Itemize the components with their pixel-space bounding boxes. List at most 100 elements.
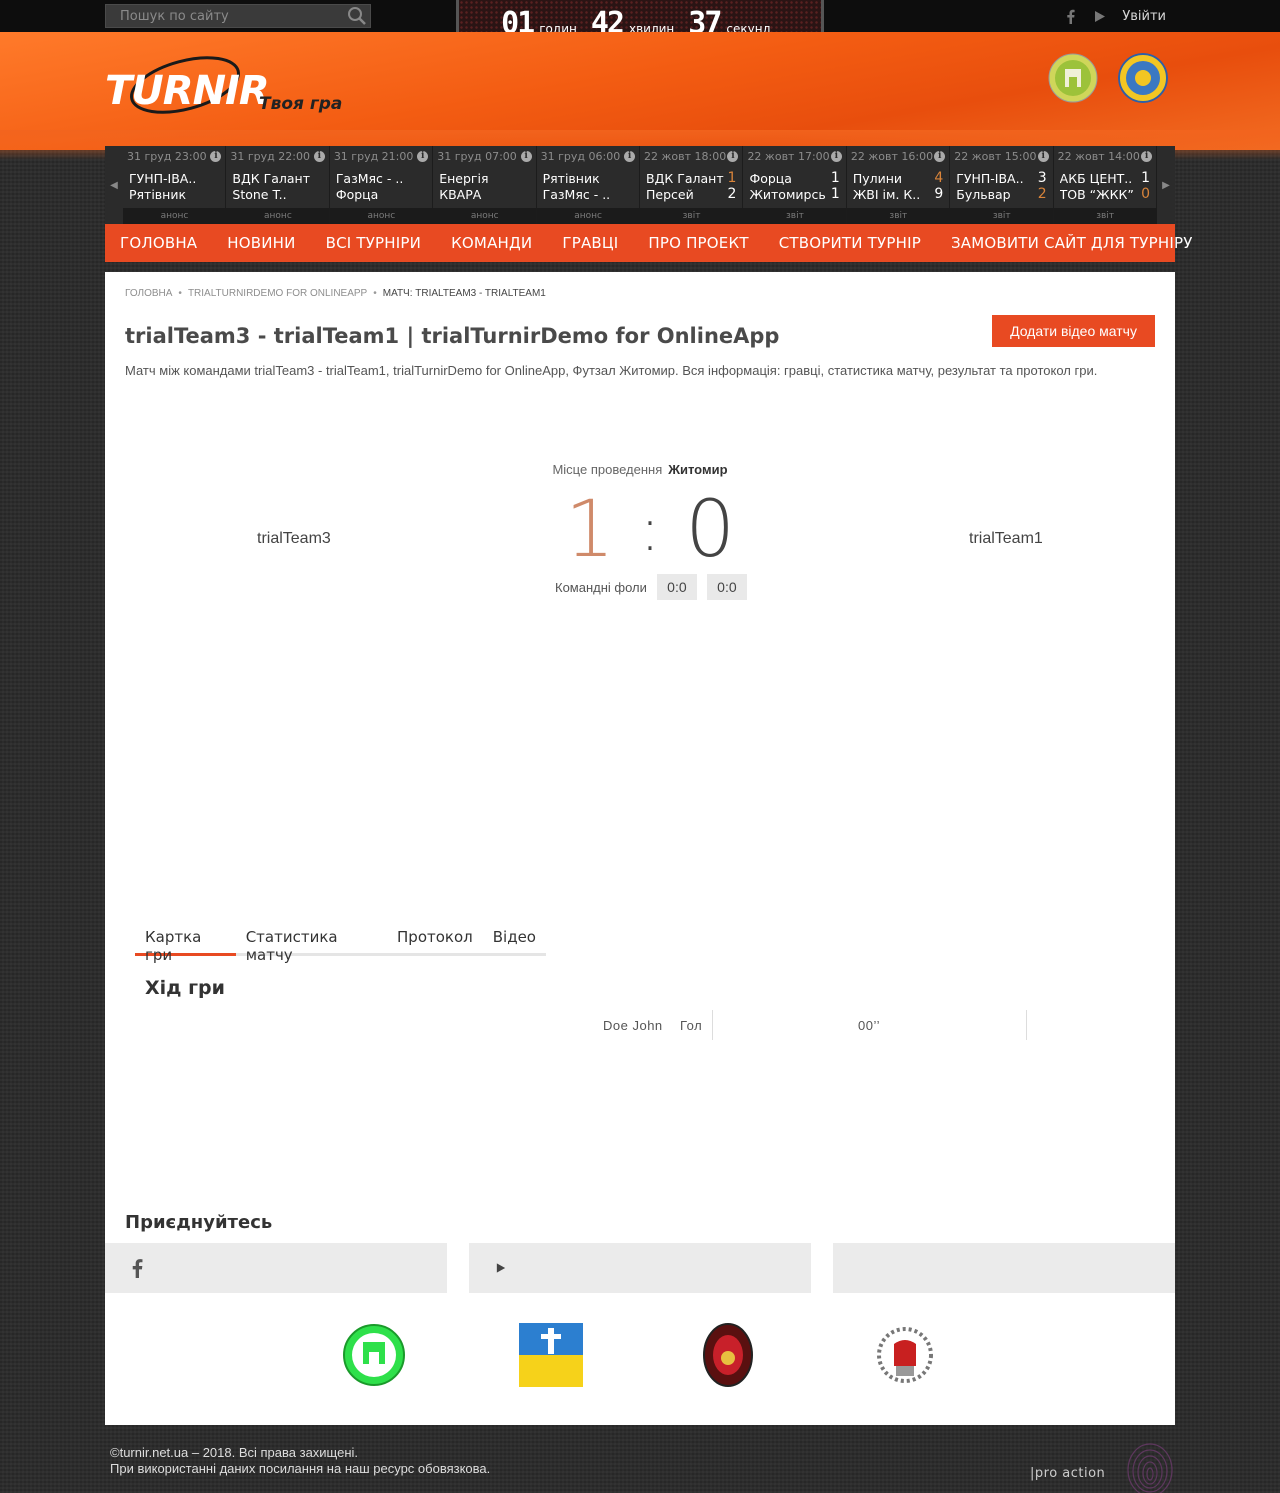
strip-next-arrow-icon[interactable]: ▶	[1157, 146, 1175, 224]
event-player[interactable]: Doe John	[603, 1018, 663, 1033]
strip-prev-arrow-icon[interactable]: ◀	[105, 146, 123, 224]
nav-item[interactable]: Гравці	[547, 234, 633, 252]
tab-item[interactable]: Статистика матчу	[236, 922, 387, 964]
strip-match-card[interactable]: 22 жовт 16:00 i Пулини ЖВІ ім. К.. 4 9 звіт	[846, 146, 951, 224]
facebook-icon[interactable]	[1062, 8, 1078, 24]
strip-match-status[interactable]: звіт	[950, 208, 1054, 224]
strip-match-status[interactable]: звіт	[846, 208, 950, 224]
fingerprint-icon	[1127, 1443, 1173, 1493]
site-logo[interactable]: TURNIR Твоя гра	[105, 52, 345, 122]
search-box	[105, 4, 371, 28]
info-icon[interactable]: i	[520, 151, 532, 162]
strip-match-date: 31 груд 21:00	[333, 150, 414, 163]
strip-match-card[interactable]: 22 жовт 15:00 i ГУНП-ІВА.. Бульвар 3 2 звіт	[950, 146, 1054, 224]
strip-match-status[interactable]: анонс	[433, 208, 537, 224]
tab-item[interactable]: Відео	[483, 922, 546, 956]
strip-match-status[interactable]: анонс	[123, 208, 226, 224]
partner-fist-emblem-icon[interactable]	[872, 1322, 938, 1388]
top-right-links: Увійти	[1062, 8, 1166, 24]
strip-match-team1: ГазМяс - ..	[335, 171, 404, 186]
footer-notice: При використанні даних посилання на наш …	[110, 1461, 491, 1476]
strip-match-card[interactable]: 22 жовт 18:00 i ВДК Галант Персей 1 2 звіт	[640, 146, 744, 224]
info-icon[interactable]: i	[934, 151, 946, 162]
login-link[interactable]: Увійти	[1122, 9, 1166, 24]
strip-match-team1: ВДК Галант	[232, 171, 310, 186]
logo-text: TURNIR	[105, 68, 270, 114]
home-fouls: 0:0	[656, 574, 697, 600]
page-title: trialTeam3 - trialTeam1 | trialTurnirDem…	[125, 324, 780, 348]
nav-item[interactable]: Головна	[105, 234, 212, 252]
score-separator: :	[639, 495, 661, 565]
strip-match-team2: Форца	[335, 187, 379, 202]
breadcrumb-home[interactable]: Головна	[125, 288, 172, 299]
strip-match-date: 31 груд 07:00	[437, 150, 517, 163]
youtube-icon[interactable]	[1092, 8, 1108, 24]
developer-logo[interactable]: |pro action	[1030, 1466, 1105, 1481]
strip-match-status[interactable]: звіт	[1053, 208, 1157, 224]
partner-football-club-icon[interactable]	[695, 1322, 761, 1388]
strip-match-team1: ГУНП-ІВА..	[956, 171, 1024, 186]
main-nav: Головна Новини Всі турніри Команди Гравці Про…	[105, 224, 1192, 262]
strip-match-score1: 1	[1141, 170, 1151, 186]
nav-item[interactable]: Команди	[436, 234, 547, 252]
search-icon[interactable]	[346, 6, 368, 26]
tab-item[interactable]: Картка гри	[135, 922, 236, 964]
strip-match-team2: ЖВІ ім. К..	[852, 187, 921, 202]
search-input[interactable]	[106, 5, 342, 27]
strip-match-score1: 1	[727, 170, 737, 186]
info-icon[interactable]: i	[417, 151, 429, 162]
info-icon[interactable]: i	[210, 151, 222, 162]
home-team-name[interactable]: trialTeam3	[257, 530, 331, 548]
strip-match-card[interactable]: 31 груд 22:00 i ВДК Галант Stone T.. анонс	[226, 146, 330, 224]
strip-match-card[interactable]: 31 груд 07:00 i Енергія КВАРА анонс	[433, 146, 537, 224]
tab-item[interactable]: Протокол	[387, 922, 483, 956]
strip-match-card[interactable]: 22 жовт 17:00 i Форца Житомирсь 1 1 звіт	[743, 146, 847, 224]
partner-zhytomyr-futsal-icon[interactable]	[341, 1322, 407, 1388]
nav-item[interactable]: Новини	[212, 234, 310, 252]
info-icon[interactable]: i	[313, 151, 325, 162]
strip-match-date: 31 груд 23:00	[127, 150, 207, 163]
strip-match-card[interactable]: 31 груд 23:00 i ГУНП-ІВА.. Рятівник анонс	[123, 146, 227, 224]
strip-match-status[interactable]: анонс	[226, 208, 330, 224]
strip-match-status[interactable]: звіт	[640, 208, 744, 224]
strip-match-team2: Stone T..	[232, 187, 287, 202]
strip-match-status[interactable]: анонс	[329, 208, 433, 224]
match-tabs: Картка гри Статистика матчу Протокол Відео	[135, 922, 546, 964]
strip-match-team2: КВАРА	[439, 187, 482, 202]
join-other[interactable]	[833, 1243, 1175, 1293]
add-video-button[interactable]: Додати відео матчу	[992, 315, 1155, 347]
footer-copyright: ©turnir.net.ua – 2018. Всі права захищен…	[110, 1445, 490, 1477]
futsal-association-badge-icon[interactable]	[1118, 53, 1168, 103]
nav-item[interactable]: Про проект	[633, 234, 763, 252]
nav-item[interactable]: Створити турнір	[764, 234, 936, 252]
strip-match-status[interactable]: анонс	[536, 208, 640, 224]
away-score: 0	[685, 485, 735, 575]
away-team-name[interactable]: trialTeam1	[969, 530, 1043, 548]
event-time: 00’’	[858, 1018, 881, 1033]
partner-christian-futsal-league-icon[interactable]	[518, 1322, 584, 1388]
nav-item[interactable]: Замовити сайт для турніру	[936, 234, 1208, 252]
strip-match-team1: АКБ ЦЕНТ..	[1059, 171, 1133, 186]
strip-match-date: 22 жовт 15:00	[954, 150, 1037, 163]
strip-match-card[interactable]: 31 груд 06:00 i Рятівник ГазМяс - .. анонс	[536, 146, 641, 224]
strip-match-card[interactable]: 22 жовт 14:00 i АКБ ЦЕНТ.. ТОВ “ЖКК” 1 0 звіт	[1053, 146, 1158, 224]
timeline-divider	[1026, 1010, 1027, 1040]
info-icon[interactable]: i	[727, 151, 739, 162]
info-icon[interactable]: i	[1037, 151, 1049, 162]
join-facebook[interactable]	[105, 1243, 447, 1293]
strip-match-score1: 4	[934, 170, 944, 186]
breadcrumb-tournament[interactable]: trialTurnirDemo for OnlineApp	[188, 288, 367, 299]
info-icon[interactable]: i	[624, 151, 636, 162]
strip-match-score1: 3	[1037, 170, 1047, 186]
strip-match-team1: Форца	[749, 171, 792, 186]
header-partner-badges	[1048, 53, 1168, 103]
event-type: Гол	[680, 1018, 703, 1033]
info-icon[interactable]: i	[1141, 151, 1153, 162]
match-score: 1 : 0	[565, 485, 735, 575]
nav-item[interactable]: Всі турніри	[311, 234, 436, 252]
join-youtube[interactable]	[469, 1243, 811, 1293]
strip-match-status[interactable]: звіт	[743, 208, 847, 224]
strip-match-card[interactable]: 31 груд 21:00 i ГазМяс - .. Форца анонс	[329, 146, 434, 224]
zhytomyr-futsal-badge-icon[interactable]	[1048, 53, 1098, 103]
info-icon[interactable]: i	[830, 151, 842, 162]
